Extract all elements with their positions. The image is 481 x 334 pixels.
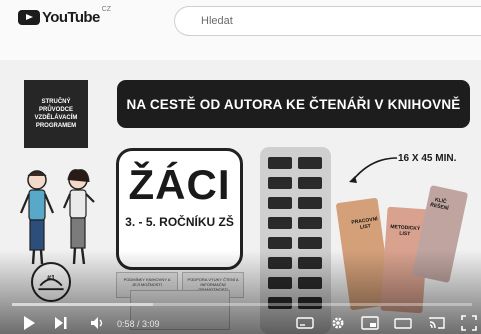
- lesson-tile: [268, 177, 292, 189]
- cast-icon[interactable]: [428, 315, 446, 331]
- curved-arrow-icon: [349, 157, 398, 183]
- time-display: 0:58 / 3:09: [117, 319, 160, 329]
- fullscreen-icon[interactable]: [461, 315, 477, 331]
- progress-bar[interactable]: [12, 303, 472, 306]
- methodology-label: METODICKÝ LIST: [390, 223, 421, 238]
- lesson-tile: [298, 177, 322, 189]
- player-controls: 0:58 / 3:09: [0, 312, 481, 334]
- lesson-tile: [298, 197, 322, 209]
- country-code: CZ: [101, 6, 112, 13]
- logo-text: YouTube: [42, 9, 100, 26]
- video-title-banner: NA CESTĚ OD AUTORA KE ČTENÁŘI V KNIHOVNĚ: [117, 80, 470, 128]
- duration-note: 16 X 45 MIN.: [398, 153, 457, 164]
- next-icon[interactable]: [54, 315, 68, 331]
- youtube-logo[interactable]: YouTube CZ: [18, 6, 112, 26]
- video-player[interactable]: STRUČNÝ PRŮVODCE VZDĚLÁVACÍM PROGRAMEM N…: [0, 60, 481, 334]
- target-audience-word: ŽÁCI: [128, 161, 231, 208]
- lesson-tile: [268, 237, 292, 249]
- volume-icon[interactable]: [90, 315, 106, 331]
- program-guide-label: STRUČNÝ PRŮVODCE VZDĚLÁVACÍM PROGRAMEM: [24, 80, 88, 148]
- lesson-tile: [268, 217, 292, 229]
- youtube-header: YouTube CZ Hledat: [0, 0, 481, 60]
- lesson-tile: [268, 157, 292, 169]
- progress-played: [12, 303, 154, 306]
- settings-gear-icon[interactable]: [330, 315, 346, 331]
- lesson-tile: [298, 237, 322, 249]
- lesson-tile: [268, 197, 292, 209]
- subtitles-icon[interactable]: [296, 315, 314, 331]
- lesson-tile: [298, 157, 322, 169]
- play-icon[interactable]: [22, 315, 36, 331]
- lesson-tile: [298, 217, 322, 229]
- target-grade: 3. - 5. ROČNÍKU ZŠ: [125, 215, 234, 229]
- theater-mode-icon[interactable]: [394, 315, 412, 331]
- search-input[interactable]: Hledat: [174, 6, 481, 36]
- youtube-play-icon: [18, 10, 40, 25]
- miniplayer-icon[interactable]: [361, 315, 379, 331]
- search-placeholder: Hledat: [201, 15, 233, 27]
